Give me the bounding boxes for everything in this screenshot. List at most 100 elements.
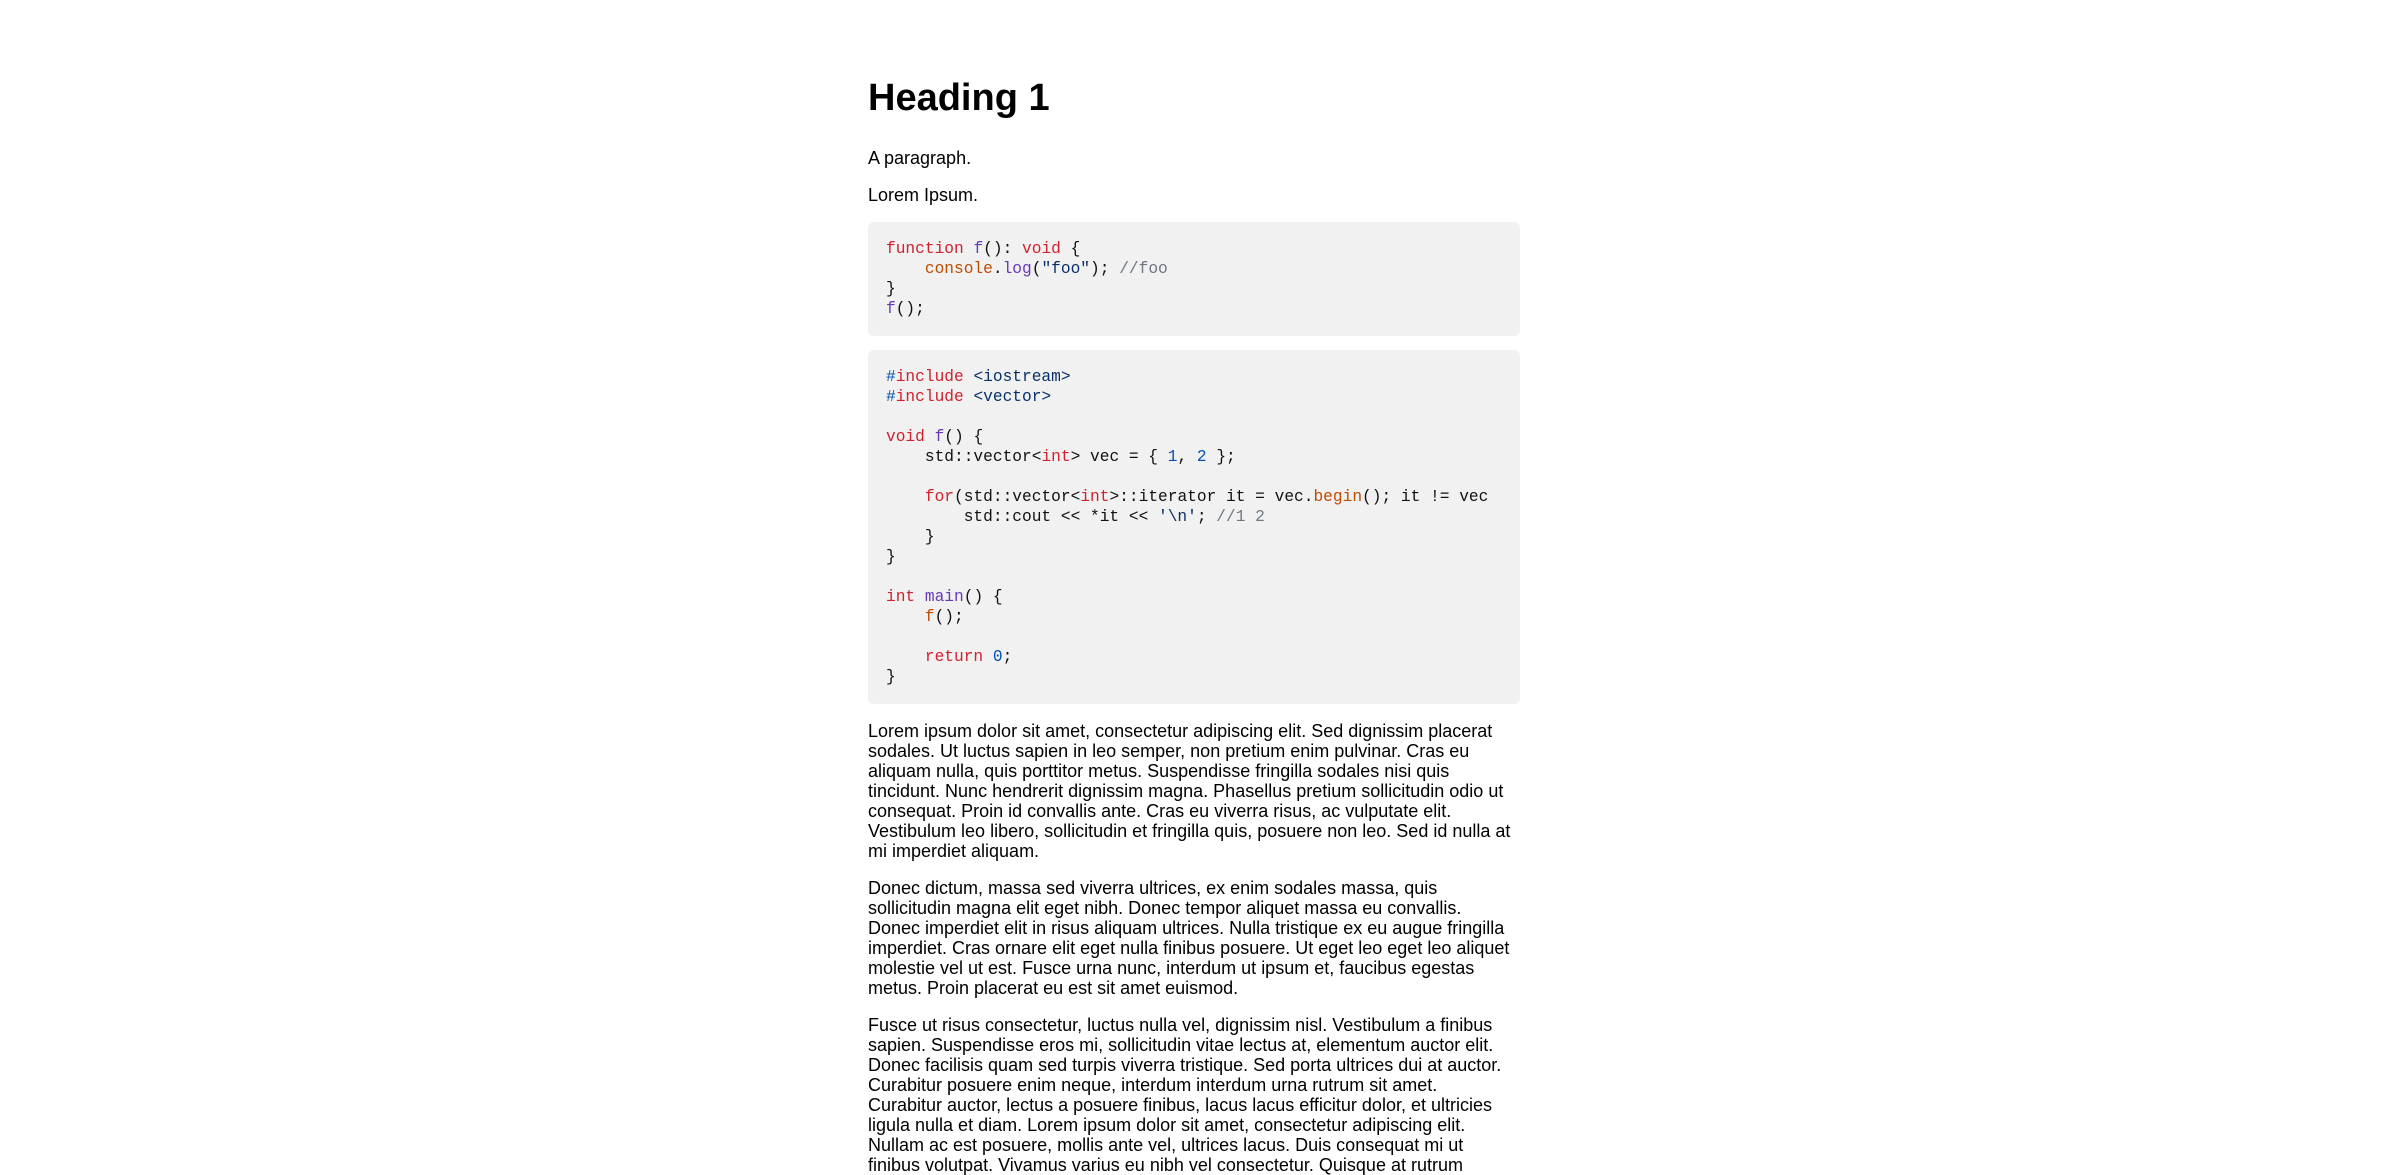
page-heading: Heading 1 xyxy=(868,77,1050,119)
code-token: } xyxy=(886,280,896,298)
code-token: "foo" xyxy=(1041,260,1091,278)
code-token: { xyxy=(1060,240,1081,258)
code-token: }; xyxy=(1206,448,1236,466)
code-line: void f() { xyxy=(886,427,1502,447)
code-token: } xyxy=(886,548,896,566)
code-token: , xyxy=(1177,448,1197,466)
code-token: begin xyxy=(1313,488,1363,506)
code-token: f xyxy=(973,240,984,258)
paragraph-line: Donec imperdiet elit in risus aliquam ul… xyxy=(868,918,1505,938)
code-line: #include <vector> xyxy=(886,387,1502,407)
document-page: Heading 1 A paragraph. Lorem Ipsum. func… xyxy=(868,72,1520,1175)
paragraph-line: Donec dictum, massa sed viverra ultrices… xyxy=(868,878,1438,898)
code-token: log xyxy=(1002,260,1032,278)
code-token: int xyxy=(1080,488,1110,506)
body-paragraph: Fusce ut risus consectetur, luctus nulla… xyxy=(868,1015,1520,1175)
code-line: f(); xyxy=(886,607,1502,627)
code-line: #include <iostream> xyxy=(886,367,1502,387)
code-token: >::iterator it = vec. xyxy=(1109,488,1314,506)
code-token: ); xyxy=(1090,260,1120,278)
paragraph-line: Curabitur posuere enim neque, interdum i… xyxy=(868,1075,1438,1095)
paragraph-line: finibus volutpat. Vivamus varius eu nibh… xyxy=(868,1155,1463,1175)
code-token: void xyxy=(886,428,925,446)
code-token: } xyxy=(886,668,896,686)
code-token: //1 2 xyxy=(1216,508,1265,526)
code-line: int main() { xyxy=(886,587,1502,607)
paragraph-line: Vestibulum leo libero, sollicitudin et f… xyxy=(868,821,1511,841)
code-token: } xyxy=(886,528,935,546)
code-token: main xyxy=(924,588,964,606)
code-token: () { xyxy=(944,428,984,446)
code-token: include xyxy=(895,388,964,406)
code-token: <vector> xyxy=(973,388,1052,406)
body-paragraph: Lorem ipsum dolor sit amet, consectetur … xyxy=(868,721,1520,861)
code-token: function xyxy=(886,240,964,258)
paragraph-line: Nullam ac est posuere, mollis ante vel, … xyxy=(868,1135,1464,1155)
code-token: f xyxy=(924,608,935,626)
paragraph-line: Fusce ut risus consectetur, luctus nulla… xyxy=(868,1015,1493,1035)
paragraph-line: sollicitudin magna elit eget nibh. Donec… xyxy=(868,898,1462,918)
code-line: console.log("foo"); //foo xyxy=(886,259,1502,279)
paragraph-line: Lorem ipsum dolor sit amet, consectetur … xyxy=(868,721,1493,741)
code-block-typescript: function f(): void { console.log("foo");… xyxy=(868,222,1520,336)
code-token: # xyxy=(886,388,896,406)
code-token: > vec = { xyxy=(1070,448,1168,466)
code-token: (); xyxy=(934,608,964,626)
code-token: (std::vector< xyxy=(954,488,1081,506)
code-token: f xyxy=(886,300,896,318)
code-line: f(); xyxy=(886,299,1502,319)
code-token: (); it != vec xyxy=(1362,488,1489,506)
code-line: std::vector<int> vec = { 1, 2 }; xyxy=(886,447,1502,467)
code-token: () { xyxy=(963,588,1003,606)
code-token: (): xyxy=(983,240,1023,258)
code-token: int xyxy=(1041,448,1071,466)
code-token: int xyxy=(886,588,916,606)
paragraph-line: tincidunt. Nunc hendrerit dignissim magn… xyxy=(868,781,1504,801)
code-token: 2 xyxy=(1196,448,1207,466)
code-line: } xyxy=(886,547,1502,567)
paragraph-line: metus. Proin placerat eu est sit amet eu… xyxy=(868,978,1239,998)
paragraph-line: imperdiet. Cras ornare elit eget nulla f… xyxy=(868,938,1510,958)
code-token: for xyxy=(924,488,955,506)
code-token: ( xyxy=(1031,260,1042,278)
paragraph-line: sodales. Ut luctus sapien in leo semper,… xyxy=(868,741,1470,761)
code-line: function f(): void { xyxy=(886,239,1502,259)
code-token: . xyxy=(992,260,1003,278)
code-line: std::cout << *it << '\n'; //1 2 xyxy=(886,507,1502,527)
code-token: f xyxy=(934,428,945,446)
short-paragraph: A paragraph. xyxy=(868,148,972,168)
paragraph-line: consequat. Proin id convallis ante. Cras… xyxy=(868,801,1452,821)
code-token: //foo xyxy=(1119,260,1168,278)
code-block-cpp: #include <iostream> #include <vector> voi… xyxy=(868,350,1520,704)
code-line: } xyxy=(886,527,1502,547)
paragraph-line: aliquam nulla, quis porttitor metus. Sus… xyxy=(868,761,1450,781)
short-paragraph: Lorem Ipsum. xyxy=(868,185,979,205)
code-token: console xyxy=(924,260,993,278)
paragraph-line: ligula nulla et diam. Lorem ipsum dolor … xyxy=(868,1115,1466,1135)
code-token: # xyxy=(886,368,896,386)
code-token: (); xyxy=(895,300,925,318)
paragraph-line: sapien. Suspendisse eros mi, sollicitudi… xyxy=(868,1035,1494,1055)
code-token: include xyxy=(895,368,964,386)
code-token: void xyxy=(1022,240,1061,258)
code-token: <iostream> xyxy=(973,368,1071,386)
code-line: for(std::vector<int>::iterator it = vec.… xyxy=(886,487,1502,507)
code-token: ; xyxy=(1002,648,1013,666)
paragraph-line: Curabitur auctor, lectus a posuere finib… xyxy=(868,1095,1492,1115)
code-token: std::cout << *it << xyxy=(886,508,1158,526)
code-line: return 0; xyxy=(886,647,1502,667)
